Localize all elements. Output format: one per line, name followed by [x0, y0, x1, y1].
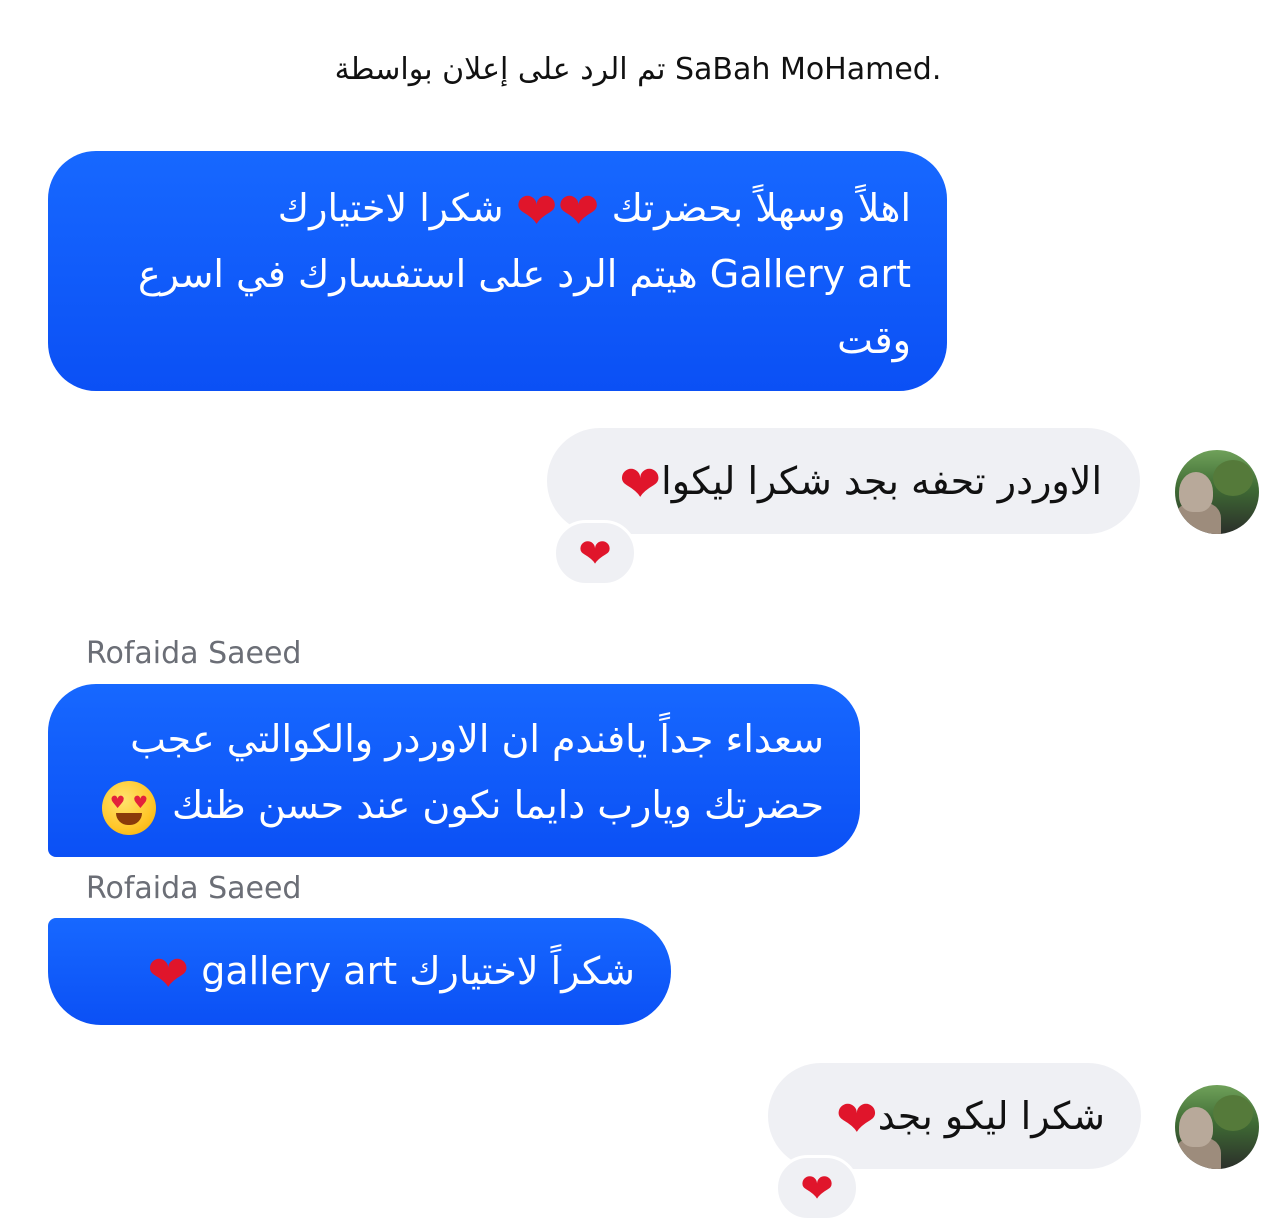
heart-icon: ❤ — [800, 1165, 834, 1212]
message-text: اهلاً وسهلاً بحضرتك — [611, 186, 911, 230]
chat-thread: تم الرد على إعلان بواسطة SaBah MoHamed. … — [0, 0, 1276, 1226]
heart-icon: ❤ — [557, 181, 600, 240]
reaction-badge[interactable]: ❤ — [553, 520, 637, 586]
message-text: شكراً لاختيارك — [409, 949, 635, 993]
message-line: Gallery art هيتم الرد على استفسارك في اس… — [84, 241, 911, 307]
message-line: سعداء جداً يافندم ان الاوردر والكوالتي ع… — [84, 706, 824, 772]
avatar-background — [1213, 460, 1253, 496]
message-line: حضرتك ويارب دايما نكون عند حسن ظنك ♥ ♥ — [84, 772, 824, 838]
message-text: شكرا لاختيارك — [277, 186, 504, 230]
avatar-background — [1213, 1095, 1253, 1131]
ad-reply-notice: تم الرد على إعلان بواسطة SaBah MoHamed. — [334, 52, 942, 87]
message-line: اهلاً وسهلاً بحضرتك ❤❤ شكرا لاختيارك — [84, 175, 911, 241]
heart-eye: ♥ — [109, 792, 126, 813]
smile-mouth — [115, 812, 142, 825]
avatar[interactable] — [1175, 450, 1259, 534]
sender-name: Rofaida Saeed — [86, 636, 302, 671]
message-text: Gallery art — [709, 252, 911, 296]
sender-name: Rofaida Saeed — [86, 871, 302, 906]
message-bubble-outgoing[interactable]: اهلاً وسهلاً بحضرتك ❤❤ شكرا لاختيارك Gal… — [48, 151, 947, 391]
message-text: هيتم الرد على استفسارك في اسرع — [137, 252, 698, 296]
message-bubble-outgoing[interactable]: شكراً لاختيارك gallery art ❤ — [48, 918, 671, 1025]
message-bubble-incoming[interactable]: شكرا ليكو بجد❤ — [768, 1063, 1141, 1169]
message-text: وقت — [837, 318, 911, 362]
message-line: وقت — [84, 307, 911, 373]
message-text: شكرا ليكو بجد — [877, 1094, 1105, 1138]
message-line: شكراً لاختيارك gallery art ❤ — [84, 938, 635, 1004]
message-bubble-outgoing[interactable]: سعداء جداً يافندم ان الاوردر والكوالتي ع… — [48, 684, 860, 857]
message-text: حضرتك ويارب دايما نكون عند حسن ظنك — [172, 783, 824, 827]
heart-icon: ❤ — [619, 454, 662, 513]
heart-icon: ❤ — [835, 1089, 878, 1148]
smiling-face-heart-eyes-icon: ♥ ♥ — [101, 780, 156, 835]
heart-icon: ❤ — [147, 944, 190, 1003]
heart-icon: ❤ — [515, 181, 558, 240]
message-text: الاوردر تحفه بجد شكرا ليكوا — [661, 459, 1102, 503]
avatar-figure-head — [1179, 1107, 1213, 1147]
message-text: سعداء جداً يافندم ان الاوردر والكوالتي ع… — [130, 717, 824, 761]
heart-icon: ❤ — [578, 530, 612, 577]
heart-eye: ♥ — [132, 792, 148, 813]
message-bubble-incoming[interactable]: الاوردر تحفه بجد شكرا ليكوا❤ — [547, 428, 1140, 534]
reaction-badge[interactable]: ❤ — [775, 1155, 859, 1221]
avatar-figure-head — [1179, 472, 1213, 512]
message-line: الاوردر تحفه بجد شكرا ليكوا❤ — [585, 448, 1102, 514]
avatar[interactable] — [1175, 1085, 1259, 1169]
message-text: gallery art — [201, 949, 398, 993]
message-line: شكرا ليكو بجد❤ — [804, 1083, 1105, 1149]
